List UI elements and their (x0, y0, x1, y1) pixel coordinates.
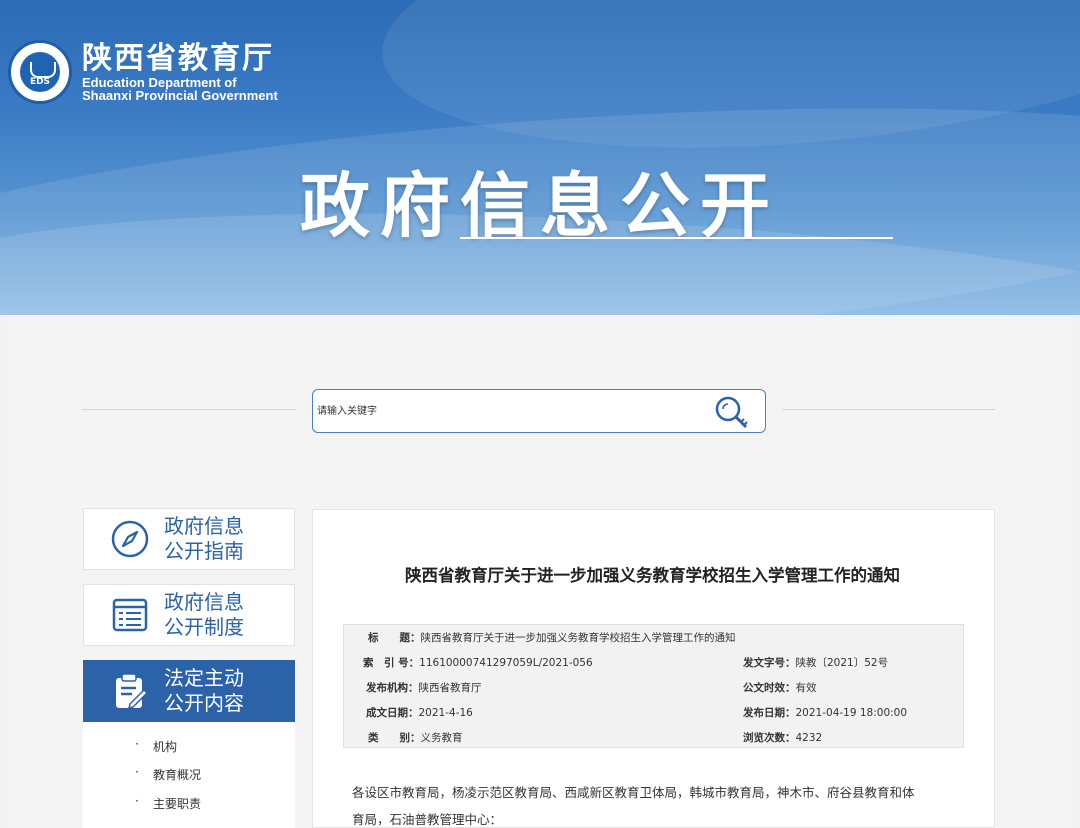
title-underline (460, 237, 893, 239)
site-name-cn: 陕西省教育厅 (82, 42, 278, 76)
magnifier-key-icon (712, 394, 752, 430)
clipboard-edit-icon (106, 667, 154, 715)
sidebar-subitem-org[interactable]: 机构 (153, 738, 177, 755)
search-divider-right (782, 409, 995, 410)
meta-created: 成文日期：2021-4-16 (366, 705, 473, 720)
sidebar-sublist: · 机构 · 教育概况 · 主要职责 (83, 722, 295, 828)
article-title: 陕西省教育厅关于进一步加强义务教育学校招生入学管理工作的通知 (0, 562, 1080, 586)
document-list-icon (106, 591, 154, 639)
meta-category: 类 别：义务教育 (368, 730, 463, 745)
sidebar-label: 政府信息 (164, 514, 244, 539)
meta-views: 浏览次数：4232 (743, 730, 822, 745)
meta-doc-no: 发文字号：陕教〔2021〕52号 (743, 655, 888, 670)
meta-validity: 公文时效：有效 (743, 680, 817, 695)
site-name-en-2: Shaanxi Provincial Government (82, 89, 278, 102)
sidebar-label: 公开指南 (164, 539, 244, 564)
bullet: · (135, 765, 139, 779)
bullet: · (135, 794, 139, 808)
bullet: · (135, 737, 139, 751)
banner-title: 政府信息公开 (300, 150, 780, 251)
meta-subject: 标 题：陕西省教育厅关于进一步加强义务教育学校招生入学管理工作的通知 (368, 630, 736, 645)
meta-index: 索 引 号：11610000741297059L/2021-056 (363, 655, 593, 670)
sidebar-item-system[interactable]: 政府信息 公开制度 (83, 584, 295, 646)
article-body-line: 育局，石油普教管理中心： (352, 809, 502, 828)
search-button[interactable] (712, 394, 752, 430)
sidebar-subitem-duties[interactable]: 主要职责 (153, 795, 201, 812)
search-box (312, 389, 766, 433)
sidebar-label: 公开制度 (164, 615, 244, 640)
emblem-icon: EDS (8, 40, 72, 104)
sidebar-item-guide[interactable]: 政府信息 公开指南 (83, 508, 295, 570)
meta-published: 发布日期：2021-04-19 18:00:00 (743, 705, 907, 720)
article-body-line: 各设区市教育局，杨凌示范区教育局、西咸新区教育卫体局，韩城市教育局，神木市、府谷… (352, 782, 915, 801)
sidebar-item-content[interactable]: 法定主动 公开内容 (83, 660, 295, 722)
search-input[interactable] (317, 398, 697, 424)
sidebar-subitem-overview[interactable]: 教育概况 (153, 766, 201, 783)
compass-icon (106, 515, 154, 563)
sidebar-label: 法定主动 (164, 666, 244, 691)
sidebar-label: 公开内容 (164, 691, 244, 716)
meta-issuer: 发布机构：陕西省教育厅 (366, 680, 482, 695)
site-logo[interactable]: EDS 陕西省教育厅 Education Department of Shaan… (8, 40, 278, 104)
sidebar-label: 政府信息 (164, 590, 244, 615)
search-divider-left (82, 409, 296, 410)
header-banner: EDS 陕西省教育厅 Education Department of Shaan… (0, 0, 1080, 315)
